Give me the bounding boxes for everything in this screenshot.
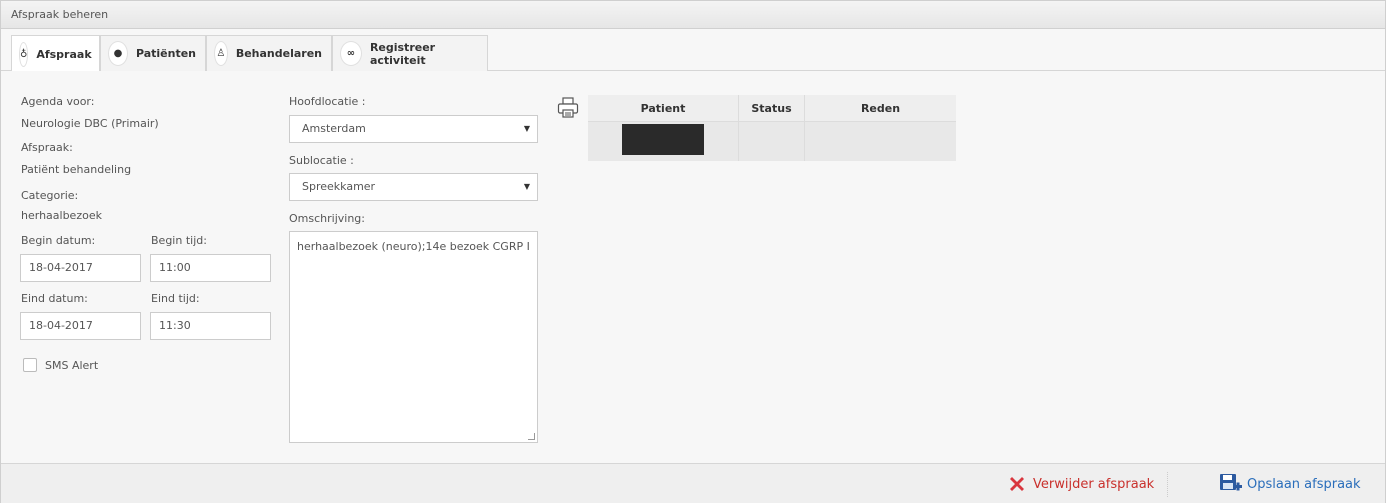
agenda-value: Neurologie DBC (Primair): [21, 117, 159, 130]
tab-afspraak[interactable]: ♁ Afspraak: [11, 35, 100, 72]
delete-appointment-button[interactable]: Verwijder afspraak: [1007, 464, 1154, 504]
eind-datum-input[interactable]: 18-04-2017: [20, 312, 141, 340]
delete-x-icon: [1010, 477, 1024, 491]
begin-datum-input[interactable]: 18-04-2017: [20, 254, 141, 282]
hoofdlocatie-select[interactable]: Amsterdam ▼: [289, 115, 538, 143]
tab-bar: ♁ Afspraak ● Patiënten ♙ Behandelaren ∞ …: [1, 29, 1385, 72]
tab-label: Afspraak: [36, 47, 92, 61]
stethoscope-icon: ♁: [19, 41, 29, 67]
printer-icon[interactable]: [557, 97, 579, 119]
redacted-patient-image: [622, 124, 704, 155]
hoofdlocatie-label: Hoofdlocatie :: [289, 95, 366, 108]
doctor-icon: ♙: [214, 41, 228, 66]
tab-registreer-activiteit[interactable]: ∞ Registreer activiteit: [332, 35, 488, 71]
sms-alert-checkbox[interactable]: [23, 358, 37, 372]
footer-divider: [1167, 472, 1168, 497]
tab-label: Patiënten: [135, 47, 196, 60]
table-cell-reden: [805, 122, 956, 161]
column-header-reden[interactable]: Reden: [805, 95, 956, 122]
begin-tijd-label: Begin tijd:: [151, 234, 207, 247]
dialog-window: Afspraak beheren ♁ Afspraak ● Patiënten …: [0, 0, 1386, 503]
sublocatie-select[interactable]: Spreekkamer ▼: [289, 173, 538, 201]
agenda-label: Agenda voor:: [21, 95, 95, 108]
sms-alert-label: SMS Alert: [45, 359, 99, 372]
resize-grip-icon[interactable]: [528, 433, 535, 440]
chevron-down-icon: ▼: [523, 182, 530, 191]
sublocatie-value: Spreekkamer: [302, 180, 376, 193]
eind-tijd-input[interactable]: 11:30: [150, 312, 271, 340]
column-header-status[interactable]: Status: [739, 95, 805, 122]
user-icon: ●: [108, 41, 128, 66]
eind-tijd-label: Eind tijd:: [151, 292, 200, 305]
omschrijving-value: herhaalbezoek (neuro);14e bezoek CGRP I: [297, 240, 530, 253]
afspraak-label: Afspraak:: [21, 141, 73, 154]
column-header-patient[interactable]: Patient: [588, 95, 739, 122]
window-title: Afspraak beheren: [1, 1, 1385, 29]
delete-label: Verwijder afspraak: [1033, 476, 1155, 492]
afspraak-value: Patiënt behandeling: [21, 163, 132, 176]
patient-table: Patient Status Reden: [588, 95, 956, 161]
link-icon: ∞: [340, 41, 362, 66]
footer-bar: Verwijder afspraak Opslaan afspraak: [1, 463, 1385, 503]
begin-datum-label: Begin datum:: [21, 234, 96, 247]
chevron-down-icon: ▼: [523, 124, 530, 133]
tab-content: Agenda voor: Neurologie DBC (Primair) Af…: [1, 71, 1385, 463]
omschrijving-label: Omschrijving:: [289, 212, 365, 225]
tab-patienten[interactable]: ● Patiënten: [100, 35, 206, 71]
table-cell-patient: [588, 122, 739, 161]
tab-behandelaren[interactable]: ♙ Behandelaren: [206, 35, 332, 71]
begin-tijd-input[interactable]: 11:00: [150, 254, 271, 282]
tab-label: Registreer activiteit: [369, 40, 436, 67]
hoofdlocatie-value: Amsterdam: [302, 122, 366, 135]
save-appointment-button[interactable]: Opslaan afspraak: [1219, 464, 1361, 504]
categorie-label: Categorie:: [21, 189, 79, 202]
save-label: Opslaan afspraak: [1247, 476, 1361, 492]
table-cell-status: [739, 122, 805, 161]
eind-datum-label: Eind datum:: [21, 292, 88, 305]
categorie-value: herhaalbezoek: [21, 209, 102, 222]
sublocatie-label: Sublocatie :: [289, 154, 354, 167]
omschrijving-textarea[interactable]: herhaalbezoek (neuro);14e bezoek CGRP I: [289, 231, 538, 443]
tab-label: Behandelaren: [235, 47, 322, 60]
table-header: Patient Status Reden: [588, 95, 956, 122]
save-floppy-icon: [1220, 474, 1242, 491]
